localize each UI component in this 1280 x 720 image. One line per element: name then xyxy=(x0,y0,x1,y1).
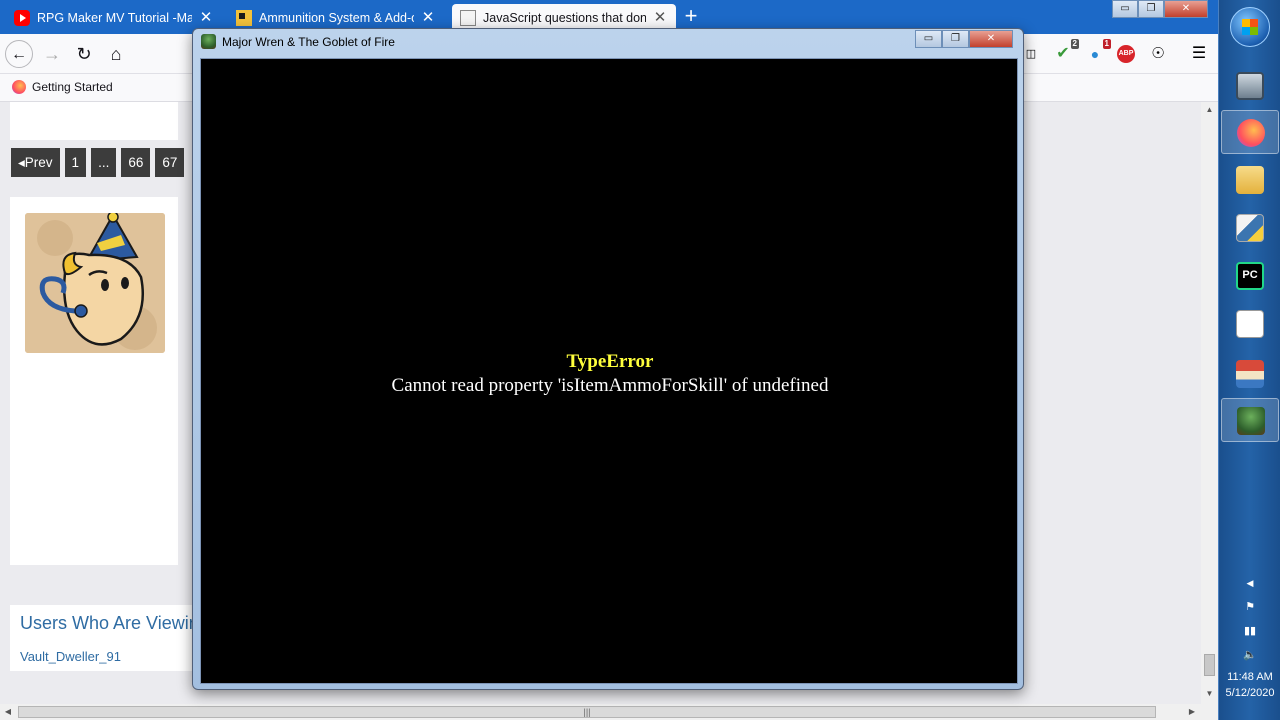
taskbar-game[interactable] xyxy=(1221,398,1279,442)
vault-boy-avatar-icon xyxy=(25,213,165,353)
scroll-up-arrow-icon[interactable]: ▲ xyxy=(1201,102,1218,118)
game-window-title: Major Wren & The Goblet of Fire xyxy=(222,34,395,49)
restore-button[interactable]: ❐ xyxy=(1138,0,1164,18)
taskbar-firefox[interactable] xyxy=(1221,110,1279,154)
pagination: ◂Prev 1 ... 66 67 xyxy=(11,148,185,177)
start-button[interactable] xyxy=(1230,7,1270,47)
scroll-thumb[interactable] xyxy=(1204,654,1215,676)
page-button-66[interactable]: 66 xyxy=(121,148,151,177)
game-window-titlebar[interactable]: Major Wren & The Goblet of Fire xyxy=(201,34,395,49)
page-ellipsis: ... xyxy=(91,148,117,177)
youtube-icon xyxy=(14,10,30,26)
vertical-scrollbar[interactable]: ▲ ▼ xyxy=(1201,102,1218,704)
close-icon[interactable]: ✕ xyxy=(198,10,214,26)
taskbar-pycharm[interactable]: PC xyxy=(1221,254,1279,298)
page-icon xyxy=(460,10,476,26)
home-button[interactable]: ⌂ xyxy=(102,40,130,68)
user-link[interactable]: Vault_Dweller_91 xyxy=(20,649,121,664)
scroll-right-arrow-icon[interactable]: ▶ xyxy=(1184,704,1200,720)
file-icon xyxy=(1236,310,1264,338)
page-button-1[interactable]: 1 xyxy=(64,148,87,177)
users-viewing-title: Users Who Are Viewin xyxy=(20,613,199,633)
tab-rpg-maker-tutorial[interactable]: RPG Maker MV Tutorial -Makin ✕ xyxy=(6,4,222,32)
network-icon[interactable]: ▮▮ xyxy=(1219,624,1280,637)
volume-icon[interactable]: 🔈 xyxy=(1219,648,1280,661)
bookmark-label: Getting Started xyxy=(32,80,113,94)
shield-badge: 2 xyxy=(1070,39,1079,49)
minimize-button[interactable]: ▭ xyxy=(915,30,942,48)
folder-icon xyxy=(236,10,252,26)
game-window: Major Wren & The Goblet of Fire ▭ ❐ ✕ Ty… xyxy=(192,28,1024,690)
close-icon[interactable]: ✕ xyxy=(652,10,668,26)
forward-button[interactable]: → xyxy=(38,40,66,68)
new-tab-button[interactable]: + xyxy=(682,5,700,28)
game-canvas[interactable]: TypeError Cannot read property 'isItemAm… xyxy=(200,58,1018,684)
shield-extension-icon[interactable]: ✔ 2 xyxy=(1054,39,1079,63)
action-center-icon[interactable]: ⚑ xyxy=(1219,600,1280,613)
taskbar: PC ◀ ⚑ ▮▮ 🔈 11:48 AM 5/12/2020 xyxy=(1218,0,1280,720)
bell-extension-icon[interactable]: ● 1 xyxy=(1086,39,1111,63)
tab-title: Ammunition System & Add-on xyxy=(259,11,414,25)
adblock-icon[interactable]: ABP xyxy=(1117,45,1135,63)
close-icon[interactable]: ✕ xyxy=(420,10,436,26)
taskbar-explorer[interactable] xyxy=(1221,158,1279,202)
account-icon[interactable]: ☉ xyxy=(1149,45,1167,63)
prev-page-button[interactable]: ◂Prev xyxy=(11,148,60,177)
clock-time[interactable]: 11:48 AM xyxy=(1219,671,1280,683)
reload-button[interactable]: ↻ xyxy=(70,40,98,68)
firefox-icon xyxy=(12,80,26,94)
content-card xyxy=(10,102,178,140)
taskbar-blank-file[interactable] xyxy=(1221,302,1279,346)
taskbar-rpg-maker[interactable] xyxy=(1221,352,1279,396)
folder-icon xyxy=(1236,166,1264,194)
monitor-icon xyxy=(1236,72,1264,100)
close-button[interactable]: ✕ xyxy=(969,30,1013,48)
scroll-left-arrow-icon[interactable]: ◀ xyxy=(0,704,16,720)
game-window-controls: ▭ ❐ ✕ xyxy=(915,30,1013,48)
taskbar-python[interactable] xyxy=(1221,206,1279,250)
horizontal-scroll-thumb[interactable]: ||| xyxy=(18,706,1156,718)
show-hidden-icons-icon[interactable]: ◀ xyxy=(1219,578,1280,589)
game-app-icon xyxy=(1237,407,1265,435)
rpg-maker-icon xyxy=(1236,360,1264,388)
bell-badge: 1 xyxy=(1102,39,1111,49)
back-button[interactable]: ← xyxy=(5,40,33,68)
clock-date[interactable]: 5/12/2020 xyxy=(1219,687,1280,699)
horizontal-scrollbar[interactable]: ◀ ||| ▶ xyxy=(0,704,1218,720)
game-app-icon xyxy=(201,34,216,49)
restore-button[interactable]: ❐ xyxy=(942,30,969,48)
browser-window-controls: ▭ ❐ ✕ xyxy=(1112,0,1208,18)
python-file-icon xyxy=(1236,214,1264,242)
bookmark-getting-started[interactable]: Getting Started xyxy=(12,80,113,94)
scroll-down-arrow-icon[interactable]: ▼ xyxy=(1201,686,1218,702)
error-message: Cannot read property 'isItemAmmoForSkill… xyxy=(391,375,829,396)
error-title: TypeError xyxy=(566,351,654,372)
firefox-icon xyxy=(1237,119,1265,147)
page-button-67[interactable]: 67 xyxy=(155,148,185,177)
minimize-button[interactable]: ▭ xyxy=(1112,0,1138,18)
taskbar-resource-monitor[interactable] xyxy=(1221,64,1279,108)
pycharm-icon: PC xyxy=(1236,262,1264,290)
menu-icon[interactable]: ☰ xyxy=(1190,45,1208,63)
avatar[interactable] xyxy=(25,213,165,353)
sidebar-icon[interactable]: ◫ xyxy=(1022,45,1040,63)
close-button[interactable]: ✕ xyxy=(1164,0,1208,18)
tab-title: JavaScript questions that don't xyxy=(483,11,646,25)
tab-title: RPG Maker MV Tutorial -Makin xyxy=(37,11,192,25)
